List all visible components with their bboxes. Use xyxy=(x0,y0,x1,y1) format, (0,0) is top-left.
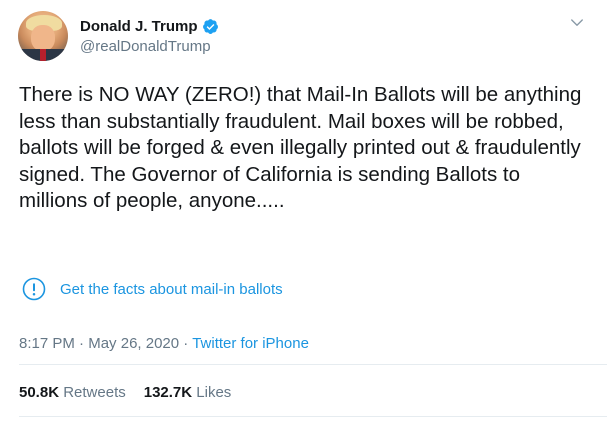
meta-separator: · xyxy=(79,335,85,352)
likes-label: Likes xyxy=(196,384,232,401)
chevron-down-icon[interactable] xyxy=(568,14,586,32)
meta-separator: · xyxy=(183,335,189,352)
tweet-date[interactable]: May 26, 2020 xyxy=(88,335,179,352)
author-handle[interactable]: @realDonaldTrump xyxy=(80,38,211,55)
avatar-tie xyxy=(40,49,46,61)
verified-badge-icon xyxy=(202,18,218,34)
fact-check-link[interactable]: Get the facts about mail-in ballots xyxy=(60,281,283,298)
divider xyxy=(19,416,607,417)
tweet-source[interactable]: Twitter for iPhone xyxy=(192,335,309,352)
avatar[interactable] xyxy=(18,11,68,61)
engagement-stats: 50.8K Retweets 132.7K Likes xyxy=(19,384,249,401)
retweets-label: Retweets xyxy=(63,384,126,401)
tweet-text: There is NO WAY (ZERO!) that Mail-In Bal… xyxy=(19,83,582,212)
likes-count: 132.7K xyxy=(143,384,193,401)
fact-check-notice[interactable]: Get the facts about mail-in ballots xyxy=(22,276,283,302)
tweet-time[interactable]: 8:17 PM xyxy=(19,335,75,352)
exclamation-circle-icon xyxy=(22,277,46,301)
author-display-name[interactable]: Donald J. Trump xyxy=(80,18,198,35)
retweets-stat[interactable]: 50.8K Retweets xyxy=(19,384,126,401)
retweets-count: 50.8K xyxy=(19,384,60,401)
divider xyxy=(19,364,607,365)
avatar-face xyxy=(31,25,55,51)
tweet-metadata: 8:17 PM · May 26, 2020 · Twitter for iPh… xyxy=(19,335,309,352)
author-name-row[interactable]: Donald J. Trump xyxy=(80,16,219,36)
tweet-card: Donald J. Trump @realDonaldTrump There i… xyxy=(0,0,607,422)
likes-stat[interactable]: 132.7K Likes xyxy=(144,384,232,401)
